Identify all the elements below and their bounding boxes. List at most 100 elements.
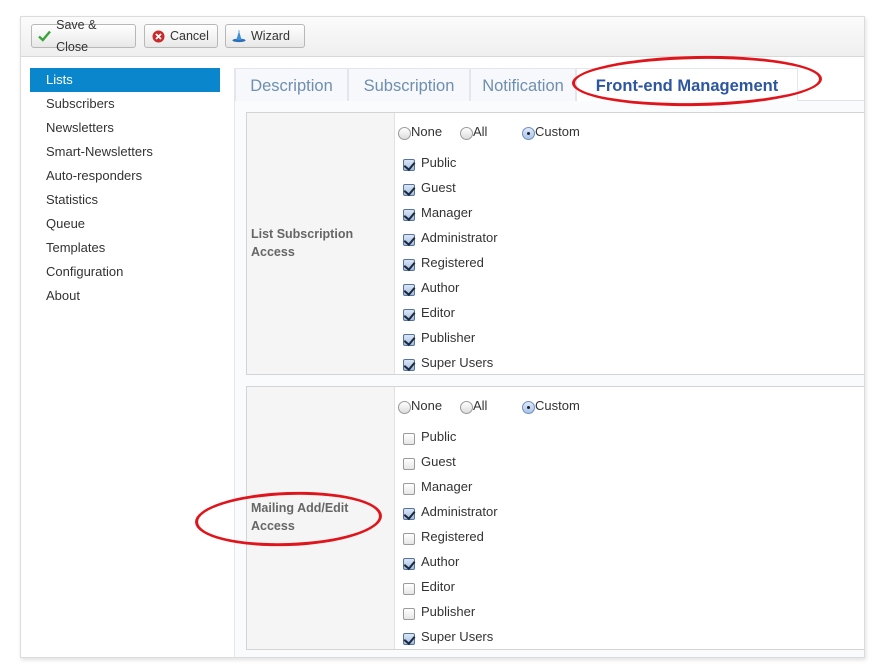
- checkbox-manager[interactable]: Manager: [403, 200, 498, 225]
- sidebar-item-newsletters[interactable]: Newsletters: [30, 116, 220, 140]
- checkbox[interactable]: [403, 558, 415, 570]
- radio-button[interactable]: [398, 401, 411, 414]
- checkbox[interactable]: [403, 483, 415, 495]
- checkbox-label: Author: [421, 554, 460, 569]
- radio-custom[interactable]: Custom: [522, 397, 580, 414]
- sidebar-nav: Lists Subscribers Newsletters Smart-News…: [30, 68, 220, 308]
- group-checkbox-list: Public Guest Manager Administrator Regis…: [403, 150, 498, 375]
- checkbox-label: Editor: [421, 305, 455, 320]
- checkbox-registered[interactable]: Registered: [403, 524, 498, 549]
- options-column: None All Custom Public Guest Manager Adm…: [397, 113, 864, 374]
- sidebar-item-statistics[interactable]: Statistics: [30, 188, 220, 212]
- radio-none[interactable]: None: [398, 397, 442, 414]
- tab-bar: Description Subscription Notification Fr…: [235, 68, 864, 102]
- sidebar-item-templates[interactable]: Templates: [30, 236, 220, 260]
- checkbox-guest[interactable]: Guest: [403, 175, 498, 200]
- radio-custom[interactable]: Custom: [522, 123, 580, 140]
- tab-notification[interactable]: Notification: [470, 68, 576, 101]
- radio-all[interactable]: All: [460, 397, 487, 414]
- wizard-hat-icon: [232, 29, 246, 43]
- checkbox-guest[interactable]: Guest: [403, 449, 498, 474]
- checkbox-label: Administrator: [421, 504, 498, 519]
- radio-label: None: [411, 124, 443, 139]
- checkbox-label: Public: [421, 155, 457, 170]
- sidebar-item-smart-newsletters[interactable]: Smart-Newsletters: [30, 140, 220, 164]
- sidebar-item-auto-responders[interactable]: Auto-responders: [30, 164, 220, 188]
- checkbox-editor[interactable]: Editor: [403, 574, 498, 599]
- checkbox[interactable]: [403, 284, 415, 296]
- section-mailing-add-edit-access: Mailing Add/Edit Access None All Custom: [246, 386, 864, 650]
- checkbox-label: Registered: [421, 255, 484, 270]
- checkbox-label: Registered: [421, 529, 484, 544]
- checkbox[interactable]: [403, 533, 415, 545]
- checkbox[interactable]: [403, 159, 415, 171]
- checkbox[interactable]: [403, 608, 415, 620]
- checkbox[interactable]: [403, 508, 415, 520]
- checkbox[interactable]: [403, 209, 415, 221]
- checkbox[interactable]: [403, 309, 415, 321]
- cancel-button[interactable]: Cancel: [144, 24, 218, 48]
- checkbox[interactable]: [403, 359, 415, 371]
- checkbox[interactable]: [403, 433, 415, 445]
- checkbox-label: Administrator: [421, 230, 498, 245]
- checkbox-administrator[interactable]: Administrator: [403, 225, 498, 250]
- checkbox-label: Author: [421, 280, 460, 295]
- label-column: Mailing Add/Edit Access: [247, 387, 395, 649]
- section-label: List Subscription Access: [251, 227, 354, 259]
- radio-label: Custom: [535, 124, 580, 139]
- section-label: Mailing Add/Edit Access: [251, 501, 349, 533]
- checkbox[interactable]: [403, 234, 415, 246]
- checkbox-administrator[interactable]: Administrator: [403, 499, 498, 524]
- radio-button[interactable]: [460, 401, 473, 414]
- radio-all[interactable]: All: [460, 123, 487, 140]
- sidebar-item-subscribers[interactable]: Subscribers: [30, 92, 220, 116]
- checkbox-editor[interactable]: Editor: [403, 300, 498, 325]
- checkbox-author[interactable]: Author: [403, 275, 498, 300]
- radio-button[interactable]: [522, 127, 535, 140]
- checkbox-manager[interactable]: Manager: [403, 474, 498, 499]
- checkbox[interactable]: [403, 334, 415, 346]
- radio-button[interactable]: [522, 401, 535, 414]
- content-area: Description Subscription Notification Fr…: [234, 68, 864, 657]
- checkbox[interactable]: [403, 458, 415, 470]
- checkbox[interactable]: [403, 259, 415, 271]
- checkbox-super-users[interactable]: Super Users: [403, 624, 498, 649]
- sidebar-item-queue[interactable]: Queue: [30, 212, 220, 236]
- checkbox-label: Editor: [421, 579, 455, 594]
- checkbox-author[interactable]: Author: [403, 549, 498, 574]
- section-list-subscription-access: List Subscription Access None All Custom: [246, 112, 864, 375]
- checkbox-label: Guest: [421, 454, 456, 469]
- tab-front-end-management[interactable]: Front-end Management: [576, 68, 798, 102]
- sidebar-item-about[interactable]: About: [30, 284, 220, 308]
- checkbox-public[interactable]: Public: [403, 424, 498, 449]
- cancel-circle-icon: [151, 29, 165, 43]
- checkbox[interactable]: [403, 633, 415, 645]
- checkbox[interactable]: [403, 583, 415, 595]
- sidebar-item-lists[interactable]: Lists: [30, 68, 220, 92]
- checkbox-super-users[interactable]: Super Users: [403, 350, 498, 375]
- toolbar: Save & Close Cancel Wizard: [21, 17, 864, 57]
- wizard-label: Wizard: [251, 29, 290, 43]
- save-close-button[interactable]: Save & Close: [31, 18, 136, 54]
- checkbox-publisher[interactable]: Publisher: [403, 599, 498, 624]
- radio-label: All: [473, 124, 488, 139]
- tab-panel-front-end-management: List Subscription Access None All Custom: [235, 101, 864, 657]
- checkbox-label: Manager: [421, 205, 473, 220]
- checkbox-registered[interactable]: Registered: [403, 250, 498, 275]
- radio-label: Custom: [535, 398, 580, 413]
- checkbox-label: Super Users: [421, 629, 494, 644]
- options-column: None All Custom Public Guest Manager Adm…: [397, 387, 864, 649]
- wizard-button[interactable]: Wizard: [225, 24, 305, 48]
- group-checkbox-list: Public Guest Manager Administrator Regis…: [403, 424, 498, 649]
- tab-description[interactable]: Description: [235, 68, 348, 101]
- radio-button[interactable]: [460, 127, 473, 140]
- radio-label: None: [411, 398, 443, 413]
- checkbox-public[interactable]: Public: [403, 150, 498, 175]
- checkbox-publisher[interactable]: Publisher: [403, 325, 498, 350]
- radio-button[interactable]: [398, 127, 411, 140]
- radio-none[interactable]: None: [398, 123, 442, 140]
- radio-label: All: [473, 398, 488, 413]
- sidebar-item-configuration[interactable]: Configuration: [30, 260, 220, 284]
- tab-subscription[interactable]: Subscription: [348, 68, 470, 101]
- checkbox[interactable]: [403, 184, 415, 196]
